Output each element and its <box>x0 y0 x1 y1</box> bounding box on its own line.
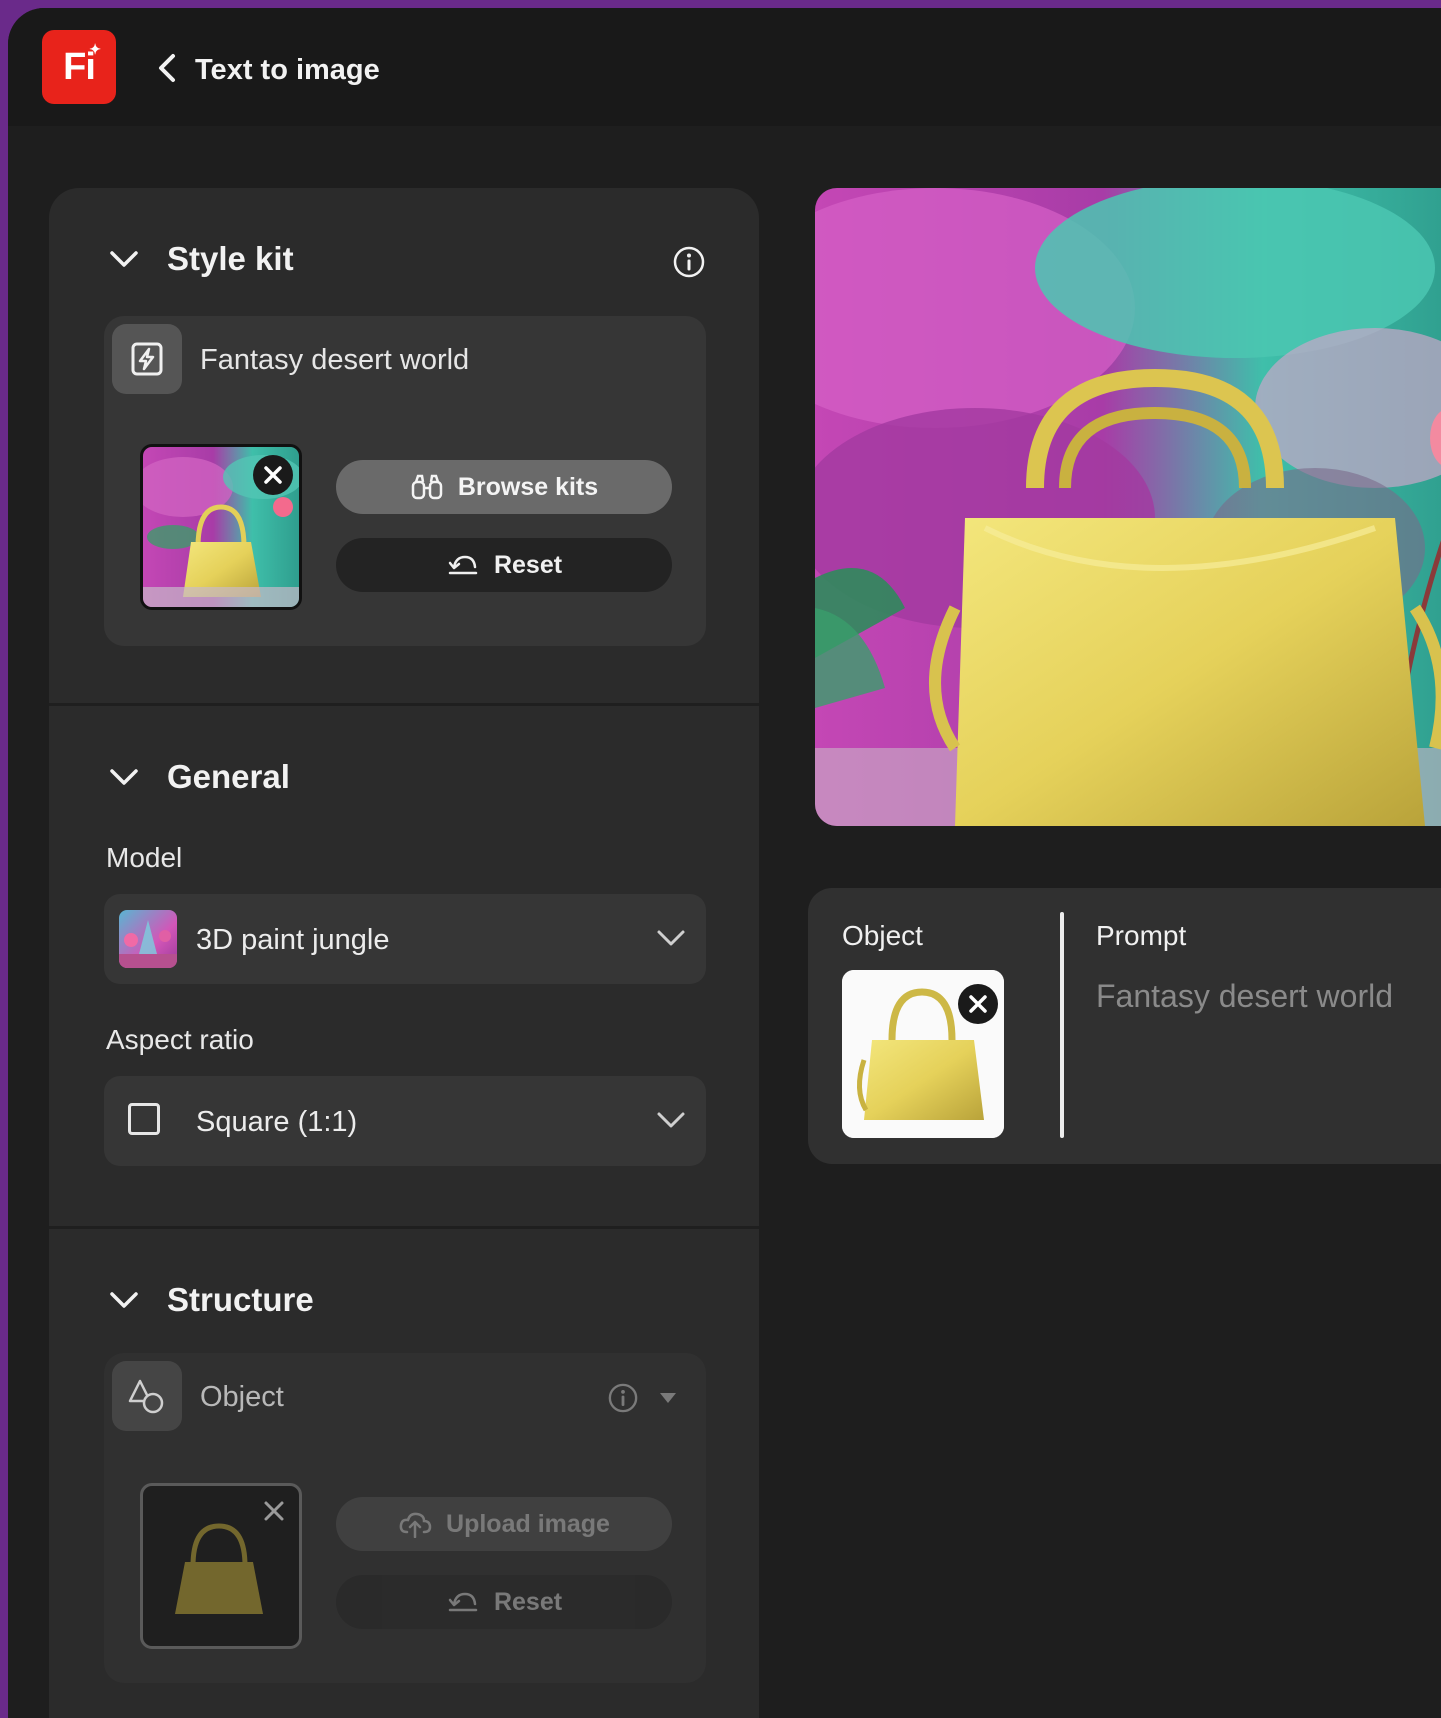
model-thumbnail <box>119 910 177 968</box>
structure-header[interactable]: Structure <box>109 1281 314 1319</box>
structure-type-label: Object <box>200 1381 284 1413</box>
chevron-down-icon <box>110 769 138 785</box>
chevron-down-icon <box>657 1112 685 1128</box>
style-kit-icon-box <box>112 324 182 394</box>
generated-image-preview[interactable] <box>815 188 1441 826</box>
remove-style-kit-button[interactable] <box>253 455 293 495</box>
structure-title: Structure <box>167 1281 314 1318</box>
shapes-icon <box>128 1379 164 1414</box>
app-window: Fi ✦ Text to image Style kit Fantasy des… <box>8 8 1441 1718</box>
generation-summary-card: Object Prompt Fantasy desert world <box>808 888 1441 1164</box>
browse-kits-button[interactable]: Browse kits <box>336 460 672 514</box>
app-logo[interactable]: Fi ✦ <box>42 30 116 104</box>
style-kit-name: Fantasy desert world <box>200 344 470 376</box>
prompt-input[interactable]: Fantasy desert world <box>1096 978 1393 1015</box>
close-icon <box>969 995 987 1013</box>
prompt-label: Prompt <box>1096 920 1187 951</box>
generated-image <box>815 188 1441 826</box>
top-bar: Fi ✦ Text to image <box>8 8 1441 126</box>
chevron-down-icon <box>657 930 685 946</box>
info-icon[interactable] <box>673 246 705 278</box>
model-value: 3D paint jungle <box>196 924 390 956</box>
main-area: Style kit Fantasy desert world Browse ki… <box>8 126 1441 1718</box>
reset-structure-label: Reset <box>493 1587 563 1616</box>
structure-icon-box <box>112 1361 182 1431</box>
lightning-icon <box>131 342 163 376</box>
general-title: General <box>167 758 290 795</box>
aspect-ratio-select[interactable]: Square (1:1) <box>104 1076 706 1166</box>
reset-icon <box>448 555 478 575</box>
dropdown-arrow-icon[interactable] <box>658 1391 678 1405</box>
model-label: Model <box>106 842 183 873</box>
remove-object-button[interactable] <box>958 984 998 1024</box>
browse-kits-label: Browse kits <box>457 472 599 501</box>
upload-cloud-icon <box>399 1512 432 1538</box>
style-kit-title: Style kit <box>167 240 294 277</box>
reset-structure-button[interactable]: Reset <box>336 1575 672 1629</box>
aspect-ratio-value: Square (1:1) <box>196 1106 358 1138</box>
close-icon <box>264 466 282 484</box>
upload-image-button[interactable]: Upload image <box>336 1497 672 1551</box>
sparkle-icon: ✦ <box>89 41 101 57</box>
upload-image-label: Upload image <box>446 1509 610 1538</box>
structure-section: Structure Object Upload image Reset <box>49 1229 759 1718</box>
info-icon[interactable] <box>608 1383 638 1413</box>
aspect-ratio-label: Aspect ratio <box>106 1024 254 1055</box>
object-label: Object <box>842 920 923 951</box>
structure-thumbnail[interactable] <box>140 1483 302 1649</box>
square-ratio-icon <box>128 1103 160 1135</box>
vertical-divider <box>1060 912 1064 1138</box>
model-image <box>119 910 177 968</box>
binoculars-icon <box>411 474 443 500</box>
style-kit-thumbnail[interactable] <box>140 444 302 610</box>
reset-style-kit-button[interactable]: Reset <box>336 538 672 592</box>
model-select[interactable]: 3D paint jungle <box>104 894 706 984</box>
reset-icon <box>448 1592 478 1612</box>
chevron-down-icon <box>110 1292 138 1308</box>
back-chevron-icon[interactable] <box>153 50 183 86</box>
close-icon[interactable] <box>263 1500 285 1522</box>
settings-panel: Style kit Fantasy desert world Browse ki… <box>49 188 759 1718</box>
reset-style-kit-label: Reset <box>493 550 563 579</box>
chevron-down-icon <box>110 251 138 267</box>
object-thumbnail[interactable] <box>842 970 1004 1138</box>
style-kit-card: Fantasy desert world Browse kits Reset <box>104 316 706 646</box>
general-section: General Model 3D paint jungle Aspect rat… <box>49 706 759 1186</box>
style-kit-header[interactable]: Style kit <box>109 240 294 278</box>
structure-card: Object Upload image Reset <box>104 1353 706 1683</box>
style-kit-section: Style kit Fantasy desert world Browse ki… <box>49 188 759 662</box>
general-header[interactable]: General <box>109 758 290 796</box>
page-title: Text to image <box>195 54 380 86</box>
